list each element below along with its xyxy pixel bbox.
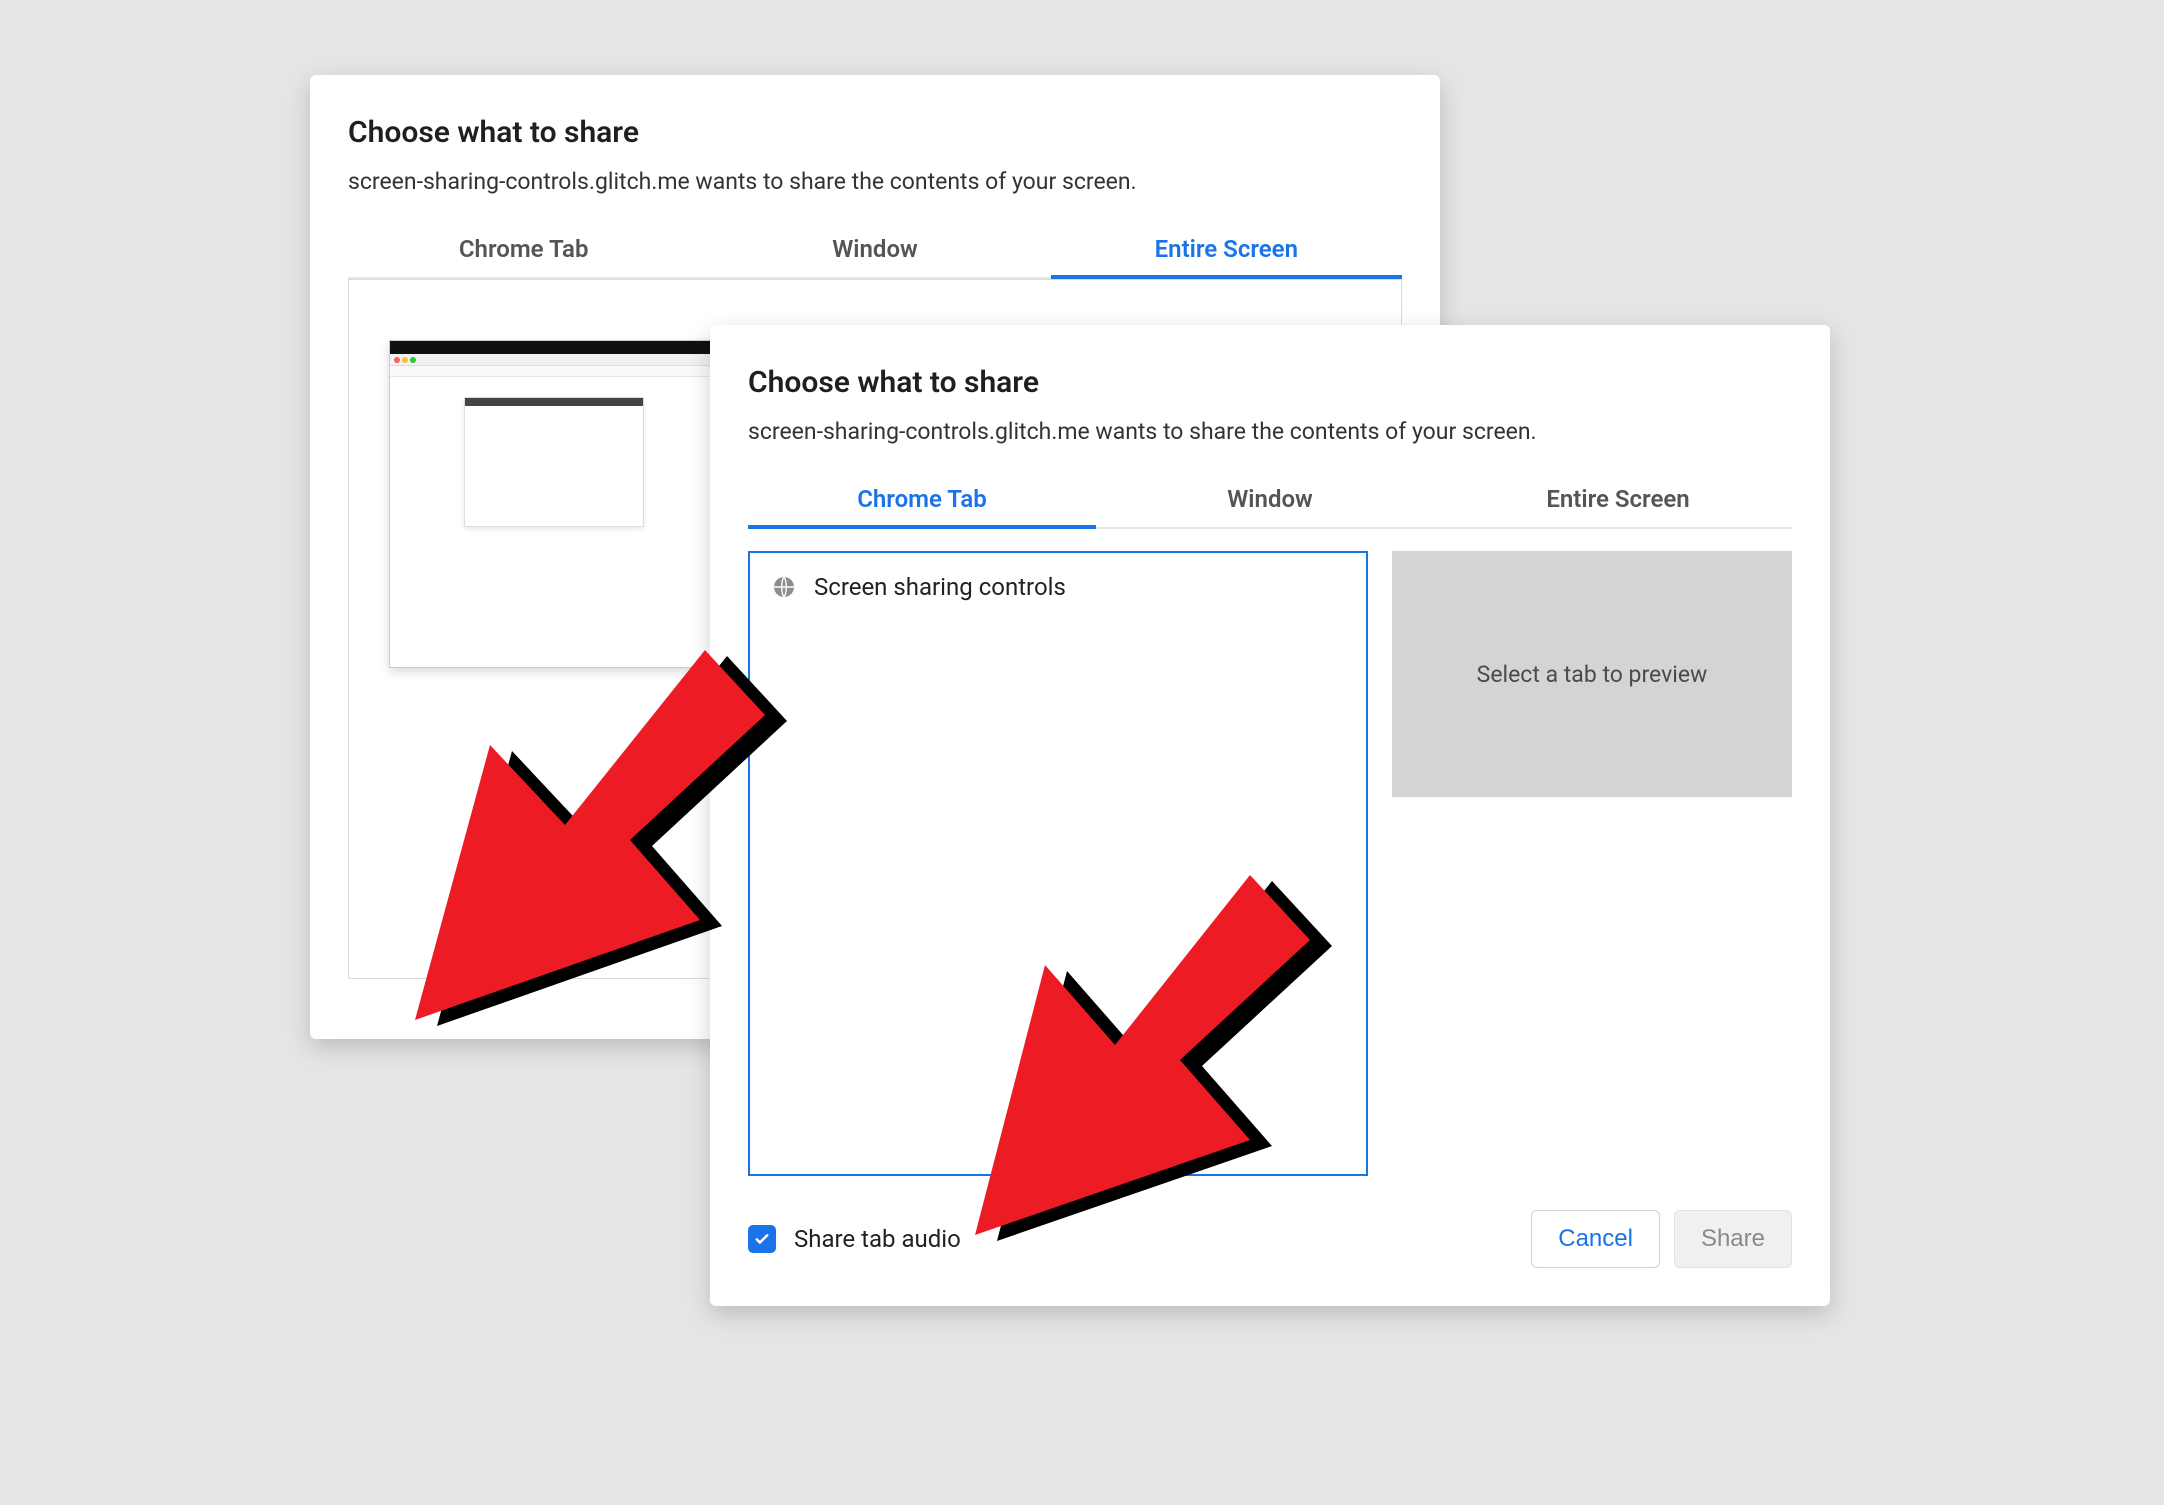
tab-chrome-tab[interactable]: Chrome Tab [748, 473, 1096, 527]
share-dialog-chrome-tab: Choose what to share screen-sharing-cont… [710, 325, 1830, 1306]
checkbox-checked-icon [748, 1225, 776, 1253]
dialog-title: Choose what to share [748, 365, 1792, 400]
source-tabs: Chrome Tab Window Entire Screen [348, 223, 1402, 279]
tab-entire-screen[interactable]: Entire Screen [1051, 223, 1402, 277]
share-tab-audio-label: Share tab audio [794, 1225, 961, 1253]
cancel-button[interactable]: Cancel [1531, 1210, 1660, 1268]
globe-icon [772, 575, 796, 599]
tab-list-item[interactable]: Screen sharing controls [750, 553, 1366, 621]
dialog-subtitle: screen-sharing-controls.glitch.me wants … [748, 418, 1792, 445]
dialog-subtitle: screen-sharing-controls.glitch.me wants … [348, 168, 1402, 195]
tab-preview-pane: Select a tab to preview [1392, 551, 1792, 797]
tab-window[interactable]: Window [699, 223, 1050, 277]
preview-placeholder-text: Select a tab to preview [1477, 661, 1708, 688]
tab-entire-screen[interactable]: Entire Screen [1444, 473, 1792, 527]
dialog-title: Choose what to share [348, 115, 1402, 150]
source-tabs: Chrome Tab Window Entire Screen [748, 473, 1792, 529]
tab-list-item-label: Screen sharing controls [814, 573, 1066, 601]
share-button[interactable]: Share [1674, 1210, 1792, 1268]
screen-thumbnail[interactable] [389, 340, 719, 668]
share-tab-audio-toggle[interactable]: Share tab audio [748, 1225, 961, 1253]
tab-window[interactable]: Window [1096, 473, 1444, 527]
tab-chrome-tab[interactable]: Chrome Tab [348, 223, 699, 277]
tab-selection-list: Screen sharing controls [748, 551, 1368, 1176]
